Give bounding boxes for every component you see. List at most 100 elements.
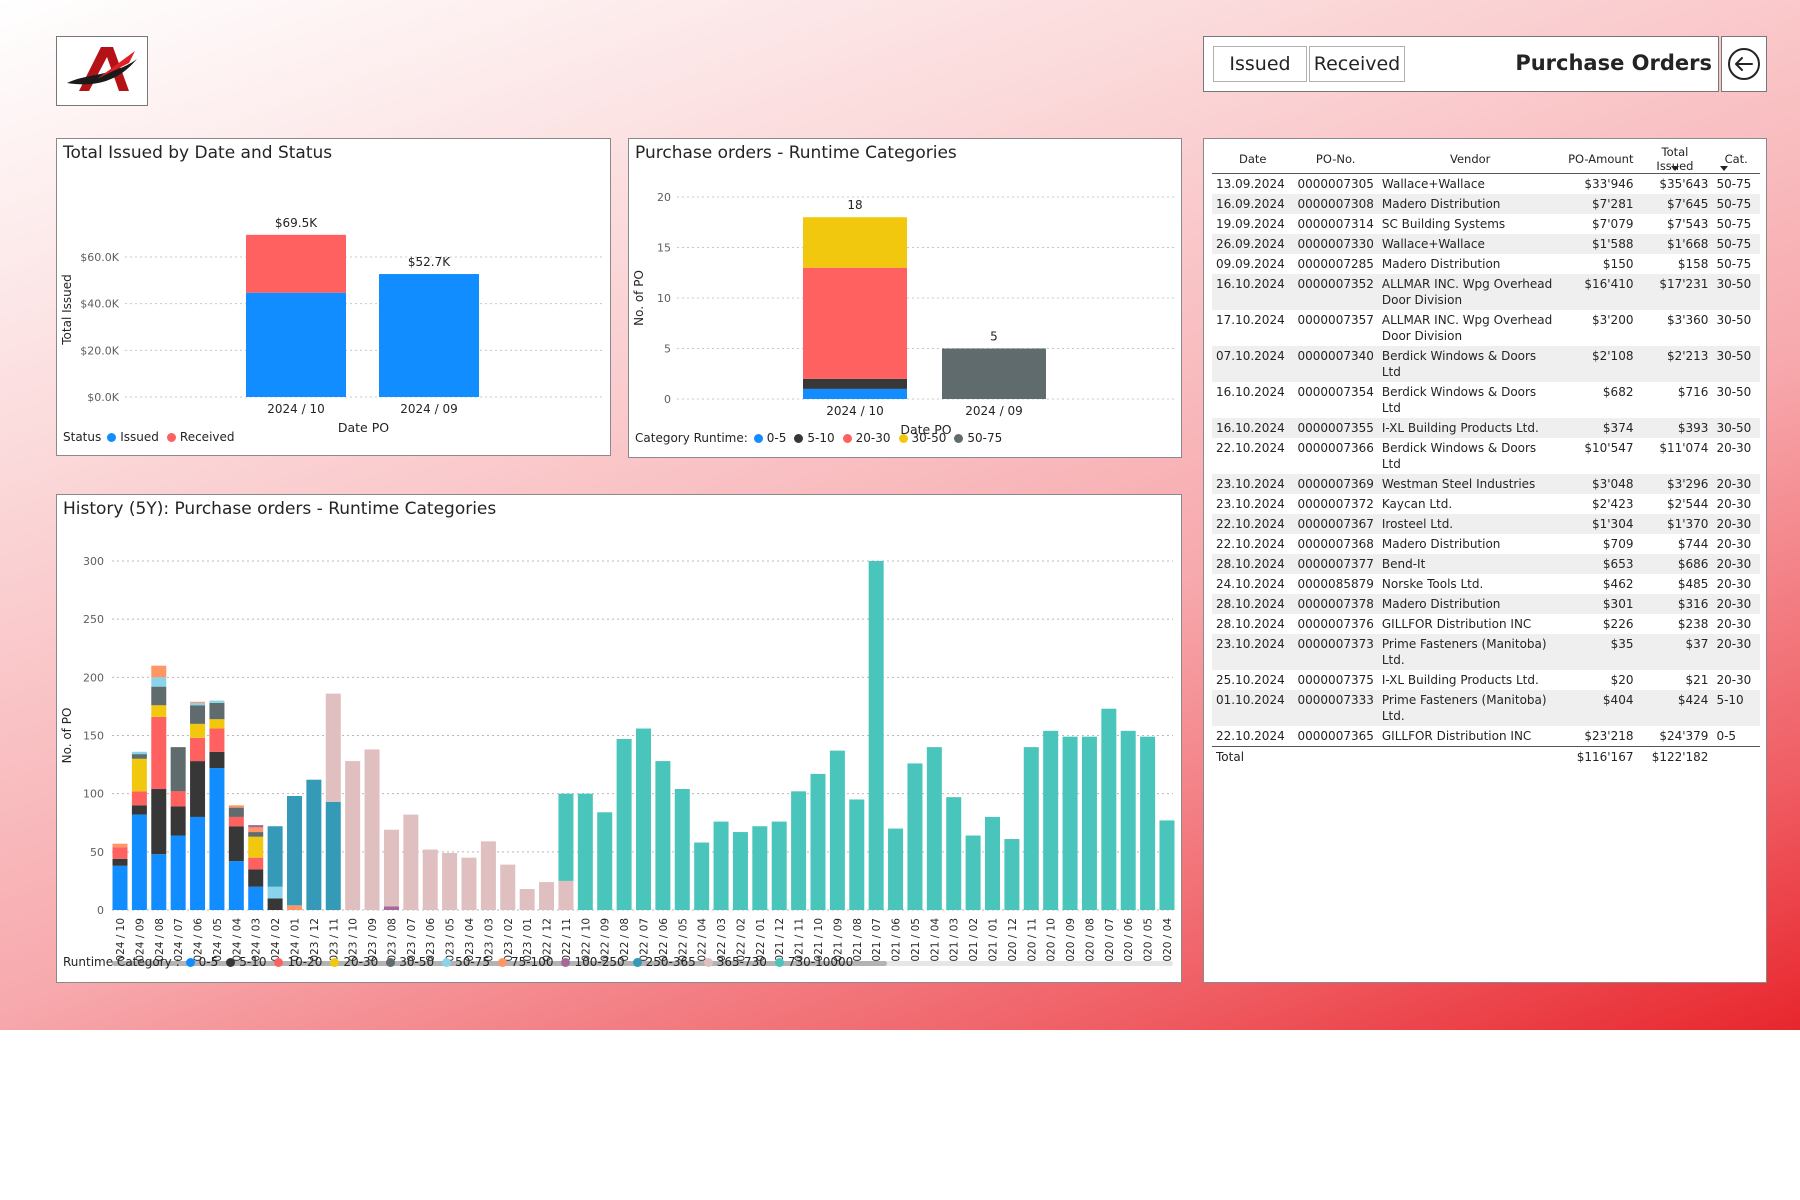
table-row[interactable]: 22.10.2024 0000007367 Irosteel Ltd. $1'304 $… (1212, 514, 1760, 534)
table-row[interactable]: 22.10.2024 0000007366 Berdick Windows & Do… (1212, 438, 1760, 474)
table-row[interactable]: 16.10.2024 0000007354 Berdick Windows & Do… (1212, 382, 1760, 418)
legend-item-5-10[interactable]: 5-10 (226, 955, 266, 969)
table-row[interactable]: 23.10.2024 0000007372 Kaycan Ltd. $2'423 $2'… (1212, 494, 1760, 514)
cell-po-amount: $10'547 (1584, 441, 1634, 455)
table-row[interactable]: 25.10.2024 0000007375 I-XL Building Produc… (1212, 670, 1760, 690)
legend-item-0-5[interactable]: 0-5 (185, 955, 218, 969)
legend-item-100-250[interactable]: 100-250 (561, 955, 625, 969)
legend-label: 30-50 (911, 431, 947, 445)
legend-item-0-5[interactable]: 0-5 (753, 431, 786, 445)
bar-365-730-2023-09 (364, 749, 380, 910)
bar-365-730-2023-01 (519, 889, 535, 910)
column-header-po-amount[interactable]: PO-Amount (1562, 145, 1638, 174)
x-tick-label: 2021 / 04 (929, 918, 941, 966)
bar-730-10000-2020-12 (1004, 839, 1020, 910)
table-row[interactable]: 17.10.2024 0000007357 ALLMAR INC. Wpg Over… (1212, 310, 1760, 346)
bar-0-5-2024-10 (112, 865, 128, 910)
cell-po-amount: $7'281 (1562, 194, 1638, 214)
bar-730-10000-2022-03 (713, 821, 729, 910)
cell-cat: 0-5 (1716, 729, 1737, 743)
table-row[interactable]: 16.10.2024 0000007352 ALLMAR INC. Wpg Over… (1212, 274, 1760, 310)
legend-item-30-50[interactable]: 30-50 (386, 955, 434, 969)
legend-item-50-75[interactable]: 50-75 (442, 955, 490, 969)
column-header-total-issued[interactable]: Total Issued (1637, 145, 1713, 174)
cell-date: 07.10.2024 (1212, 346, 1294, 382)
back-button[interactable] (1721, 36, 1767, 92)
table-row[interactable]: 16.10.2024 0000007355 I-XL Building Produc… (1212, 418, 1760, 438)
table-row[interactable]: 28.10.2024 0000007378 Madero Distribution $… (1212, 594, 1760, 614)
cell-po-amount: $16'410 (1562, 274, 1638, 310)
runtime-categories-chart: 05101520182024 / 1052024 / 09Date PONo. … (632, 191, 1175, 435)
cell-vendor: Berdick Windows & Doors Ltd (1377, 346, 1563, 382)
cell-date: 22.10.2024 (1216, 729, 1285, 743)
cell-vendor: GILLFOR Distribution INC (1381, 617, 1532, 631)
legend-item-75-100[interactable]: 75-100 (497, 955, 553, 969)
table-row[interactable]: 01.10.2024 0000007333 Prime Fasteners (Man… (1212, 690, 1760, 726)
bar-50-75-2024-09 (942, 348, 1046, 399)
legend-item-received[interactable]: Received (166, 430, 235, 444)
issued-toggle-button[interactable]: Issued (1213, 46, 1307, 82)
cell-po-no: 0000007285 (1297, 257, 1374, 271)
cell-cat: 50-75 (1712, 234, 1760, 254)
legend-marker (226, 957, 236, 967)
cell-po-amount: $2'423 (1591, 497, 1634, 511)
cell-date: 17.10.2024 (1216, 313, 1285, 327)
legend-item-20-30[interactable]: 20-30 (842, 431, 891, 445)
legend-label: 10-20 (287, 955, 323, 969)
bar-50-75-2024-06 (190, 702, 206, 706)
legend-title: Status (63, 430, 102, 444)
bar-5-10-2024-06 (190, 761, 206, 817)
legend-item-issued[interactable]: Issued (107, 430, 159, 444)
y-tick-label: $0.0K (87, 391, 119, 404)
bar-730-10000-2021-11 (791, 791, 807, 910)
table-row[interactable]: 19.09.2024 0000007314 SC Building Systems $… (1212, 214, 1760, 234)
x-tick-label: 2021 / 03 (949, 918, 961, 966)
legend-item-250-365[interactable]: 250-365 (632, 955, 696, 969)
cell-po-no: 0000007377 (1293, 554, 1378, 574)
table-row[interactable]: 22.10.2024 0000007368 Madero Distribution $… (1212, 534, 1760, 554)
bar-75-100-2024-01 (287, 905, 302, 910)
bar-30-50-2024-03 (248, 832, 264, 837)
column-header-date[interactable]: Date (1212, 145, 1294, 174)
bar-365-730-2023-08 (383, 829, 399, 907)
table-row[interactable]: 28.10.2024 0000007377 Bend-It $653 $686 20-30 (1212, 554, 1760, 574)
received-toggle-button[interactable]: Received (1309, 46, 1405, 82)
x-tick-label: 2021 / 05 (910, 918, 922, 966)
bar-100-250-2023-08 (383, 906, 399, 910)
legend-item-10-20[interactable]: 10-20 (274, 955, 322, 969)
table-row[interactable]: 23.10.2024 0000007373 Prime Fasteners (Man… (1212, 634, 1760, 670)
cell-po-no: 0000007366 (1297, 441, 1374, 455)
column-header-cat[interactable]: Cat. (1712, 145, 1760, 174)
table-row[interactable]: 16.09.2024 0000007308 Madero Distribution $… (1212, 194, 1760, 214)
legend-item-30-50[interactable]: 30-50 (898, 431, 947, 445)
legend-item-50-75[interactable]: 50-75 (954, 431, 1002, 445)
column-header-po-no[interactable]: PO-No. (1293, 145, 1378, 174)
cell-total-issued: $3'360 (1666, 313, 1709, 327)
bar-730-10000-2021-04 (926, 747, 942, 910)
column-header-vendor[interactable]: Vendor (1377, 145, 1563, 174)
bar-730-10000-2022-09 (597, 812, 613, 910)
bar-0-5-2024-06 (190, 816, 206, 910)
cell-po-no: 0000007330 (1293, 234, 1378, 254)
cell-date: 28.10.2024 (1212, 554, 1294, 574)
bar-730-10000-2020-11 (1023, 747, 1039, 910)
bar-30-50-2024-06 (190, 705, 206, 724)
table-row[interactable]: 23.10.2024 0000007369 Westman Steel Indust… (1212, 474, 1760, 494)
legend-item-365-730[interactable]: 365-730 (703, 955, 767, 969)
legend-item-20-30[interactable]: 20-30 (330, 955, 378, 969)
table-row[interactable]: 13.09.2024 0000007305 Wallace+Wallace $33'9… (1212, 174, 1760, 195)
legend-marker (330, 957, 340, 967)
legend-item-5-10[interactable]: 5-10 (794, 431, 835, 445)
bar-730-10000-2020-09 (1062, 736, 1078, 910)
table-row[interactable]: 09.09.2024 0000007285 Madero Distribution $… (1212, 254, 1760, 274)
cell-total-issued: $238 (1677, 617, 1709, 631)
legend-item-730-10000[interactable]: 730-10000 (774, 955, 853, 969)
cell-cat: 20-30 (1716, 497, 1752, 511)
table-row[interactable]: 07.10.2024 0000007340 Berdick Windows & Do… (1212, 346, 1760, 382)
table-row[interactable]: 22.10.2024 0000007365 GILLFOR Distribution… (1212, 726, 1760, 747)
table-row[interactable]: 26.09.2024 0000007330 Wallace+Wallace $1'58… (1212, 234, 1760, 254)
table-row[interactable]: 24.10.2024 0000085879 Norske Tools Ltd. $46… (1212, 574, 1760, 594)
table-row[interactable]: 28.10.2024 0000007376 GILLFOR Distribution… (1212, 614, 1760, 634)
chart-title: Total Issued by Date and Status (63, 143, 333, 163)
purchase-orders-table: Date PO-No. Vendor PO-Amount Total Issue… (1212, 145, 1760, 767)
